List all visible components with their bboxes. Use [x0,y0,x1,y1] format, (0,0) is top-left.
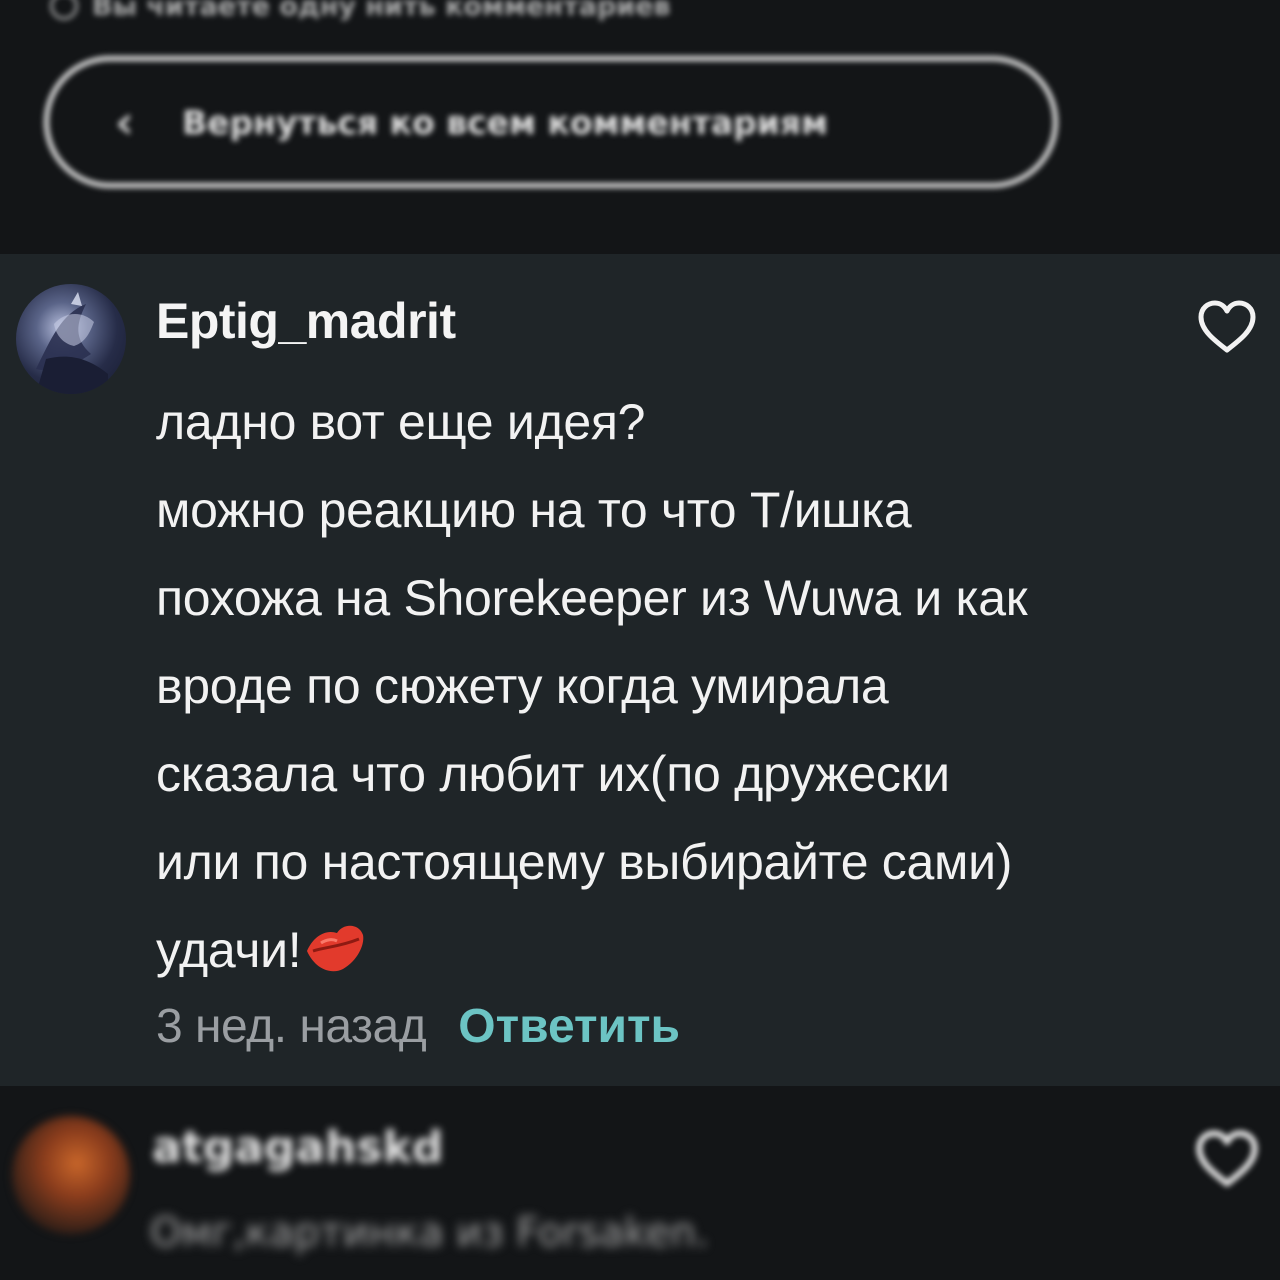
thread-notice: Вы читаете одну нить комментариев [50,0,671,26]
thread-header: Вы читаете одну нить комментариев ‹ Верн… [0,0,1280,254]
reply-button[interactable]: Ответить [458,999,680,1054]
comment-line: сказала что любит их(по дружески [156,746,950,802]
thread-notice-text: Вы читаете одну нить комментариев [92,0,671,22]
kiss-mark-icon [307,925,364,972]
next-comment-text: Омг,картинка из Forsaken. [150,1210,709,1256]
next-comment-username[interactable]: atgagahskd [152,1122,443,1173]
next-comment: atgagahskd Омг,картинка из Forsaken. [0,1086,1280,1280]
comment-line-text: удачи! [156,922,302,978]
comment-line: похожа на Shorekeeper из Wuwa и как [156,570,1028,626]
comment-line: ладно вот еще идея? [156,394,646,450]
comment-line-last: удачи! [156,906,1216,994]
back-to-all-comments-button[interactable]: ‹ Вернуться ко всем комментариям [44,56,1058,188]
avatar[interactable] [12,1116,130,1234]
comment-line: или по настоящему выбирайте сами) [156,834,1013,890]
heart-outline-icon[interactable] [1196,298,1258,356]
history-icon [50,0,78,20]
comment-line: вроде по сюжету когда умирала [156,658,889,714]
comments-thread-screen: Вы читаете одну нить комментариев ‹ Верн… [0,0,1280,1280]
highlighted-comment: Eptig_madrit ладно вот еще идея? можно р… [0,254,1280,1086]
comment-username[interactable]: Eptig_madrit [156,292,456,350]
back-button-label: Вернуться ко всем комментариям [181,102,829,142]
chevron-left-icon: ‹ [115,95,134,149]
comment-meta: 3 нед. назад Ответить [156,996,680,1056]
avatar[interactable] [16,284,126,394]
comment-line: можно реакцию на то что Т/ишка [156,482,912,538]
comment-timestamp: 3 нед. назад [156,999,427,1053]
comment-text: ладно вот еще идея? можно реакцию на то … [156,378,1216,994]
heart-outline-icon[interactable] [1194,1128,1260,1190]
